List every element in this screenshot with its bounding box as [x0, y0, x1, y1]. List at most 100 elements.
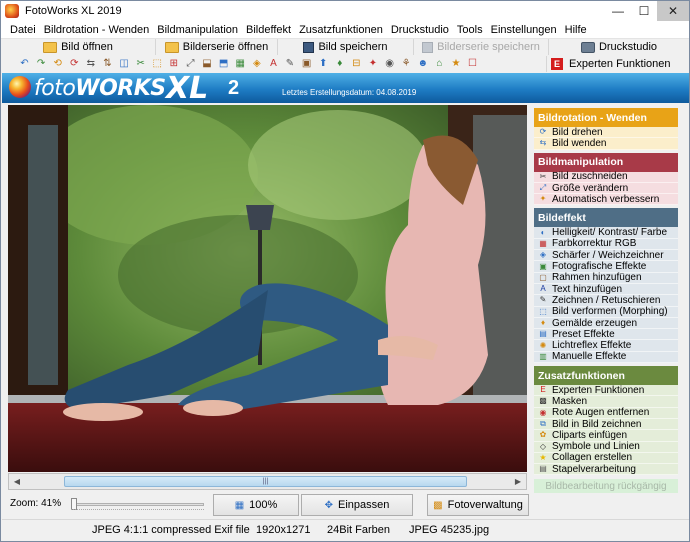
panel-item[interactable]: ⇆ Bild wenden [534, 138, 678, 150]
panel-item[interactable]: ⧉ Bild in Bild zeichnen [534, 419, 678, 431]
scroll-thumb[interactable]: ||| [64, 476, 467, 487]
panel-item-label: Farbkorrektur RGB [552, 238, 637, 250]
menu-tools[interactable]: Tools [453, 24, 487, 36]
tool-button-28[interactable]: ☐ [465, 57, 480, 71]
menu-bildrotation[interactable]: Bildrotation - Wenden [40, 24, 154, 36]
undo-button[interactable]: Bildbearbeitung rückgängig [534, 479, 678, 494]
tool-button-13[interactable]: ⬒ [216, 57, 231, 71]
panel-item[interactable]: ▣ Fotografische Effekte [534, 261, 678, 273]
panel-item[interactable]: ⬚ Bild verformen (Morphing) [534, 306, 678, 318]
tool-button-3[interactable]: ⟲ [50, 57, 65, 71]
tool-button-7[interactable]: ◫ [117, 57, 132, 71]
panel-item[interactable]: ◈ Schärfer / Weichzeichner [534, 250, 678, 262]
tool-button-23[interactable]: ◉ [382, 57, 397, 71]
tool-button-26[interactable]: ⌂ [432, 57, 447, 71]
horizontal-scrollbar[interactable]: ◀ ||| ▶ [8, 473, 527, 490]
zoom-100-button[interactable]: ▦ 100% [213, 494, 299, 516]
tool-button-27[interactable]: ★ [448, 57, 463, 71]
save-image-button[interactable]: Bild speichern [278, 39, 414, 55]
logo-xl: XL [166, 73, 209, 103]
panel-item[interactable]: ◉ Rote Augen entfernen [534, 407, 678, 419]
panel-item[interactable]: ✎ Zeichnen / Retuschieren [534, 295, 678, 307]
panel-item[interactable]: ▤ Stapelverarbeitung [534, 464, 678, 476]
brightness-icon: ◐ [540, 227, 546, 237]
menu-datei[interactable]: Datei [1, 24, 40, 36]
photo-manager-label: Fotoverwaltung [447, 499, 523, 511]
panel-item[interactable]: ✦ Automatisch verbessern [534, 194, 678, 206]
panel-item[interactable]: ▢ Rahmen hinzufügen [534, 272, 678, 284]
tool-button-25[interactable]: ☻ [415, 57, 430, 71]
panel-item[interactable]: ✿ Cliparts einfügen [534, 430, 678, 442]
panel-item[interactable]: ⤢ Größe verändern [534, 183, 678, 195]
folder-icon [43, 41, 58, 53]
panel-item[interactable]: ✂ Bild zuschneiden [534, 171, 678, 183]
fit-button[interactable]: ✥ Einpassen [301, 494, 413, 516]
save-image-label: Bild speichern [318, 41, 388, 53]
panel-item[interactable]: ▤ Preset Effekte [534, 329, 678, 341]
tool-button-16[interactable]: A [266, 57, 281, 71]
lightflare-icon: ✺ [539, 340, 547, 350]
tool-button-21[interactable]: ⊟ [349, 57, 364, 71]
section-header-2[interactable]: Bildeffekt [534, 208, 678, 228]
open-series-button[interactable]: Bilderserie öffnen [156, 39, 278, 55]
panel-item[interactable]: ▦ Farbkorrektur RGB [534, 238, 678, 251]
scroll-left-icon[interactable]: ◀ [9, 474, 25, 489]
panel-item[interactable]: ★ Collagen erstellen [534, 452, 678, 465]
scroll-grip: ||| [262, 478, 269, 485]
tool-button-24[interactable]: ⚘ [399, 57, 414, 71]
panel-item[interactable]: ◐ Helligkeit/ Kontrast/ Farbe [534, 227, 678, 239]
scroll-right-icon[interactable]: ▶ [510, 474, 526, 489]
tool-button-18[interactable]: ▣ [299, 57, 314, 71]
menu-zusatzfunktionen[interactable]: Zusatzfunktionen [295, 24, 387, 36]
section-header-1[interactable]: Bildmanipulation [534, 152, 678, 172]
open-image-button[interactable]: Bild öffnen [1, 39, 156, 55]
tool-button-1[interactable]: ↶ [17, 57, 32, 71]
tool-button-5[interactable]: ⇆ [83, 57, 98, 71]
panel-item[interactable]: ▥ Manuelle Effekte [534, 351, 678, 364]
print-studio-button[interactable]: Druckstudio [549, 39, 689, 55]
tool-button-15[interactable]: ◈ [249, 57, 264, 71]
menu-bildeffekt[interactable]: Bildeffekt [242, 24, 295, 36]
tool-button-2[interactable]: ↷ [34, 57, 49, 71]
panel-item[interactable]: E Experten Funktionen [534, 385, 678, 397]
minimize-button[interactable]: — [605, 1, 631, 21]
tool-button-8[interactable]: ✂ [133, 57, 148, 71]
zoom-slider[interactable] [69, 495, 206, 513]
maximize-button[interactable]: ☐ [631, 1, 657, 21]
tool-button-12[interactable]: ⬓ [200, 57, 215, 71]
tool-button-22[interactable]: ✦ [365, 57, 380, 71]
expert-functions-button[interactable]: E Experten Funktionen [546, 56, 688, 72]
panel-item[interactable]: ⟳ Bild drehen [534, 127, 678, 139]
tool-button-6[interactable]: ⇅ [100, 57, 115, 71]
tool-button-9[interactable]: ⬚ [150, 57, 165, 71]
menu-bildmanipulation[interactable]: Bildmanipulation [153, 24, 242, 36]
save-series-button[interactable]: Bilderserie speichern [414, 39, 549, 55]
main-toolbar: Bild öffnen Bilderserie öffnen Bild spei… [1, 39, 689, 55]
menu-einstellungen[interactable]: Einstellungen [487, 24, 561, 36]
panel-item[interactable]: A Text hinzufügen [534, 284, 678, 296]
tool-button-17[interactable]: ✎ [283, 57, 298, 71]
panel-item[interactable]: ✺ Lichtreflex Effekte [534, 340, 678, 352]
tool-button-20[interactable]: ♦ [332, 57, 347, 71]
zoom-label: Zoom: 41% [10, 498, 62, 509]
tool-button-19[interactable]: ⬆ [316, 57, 331, 71]
photo-manager-button[interactable]: ▩ Fotoverwaltung [427, 494, 529, 516]
expert-functions-label: Experten Funktionen [569, 58, 671, 70]
menu-druckstudio[interactable]: Druckstudio [387, 24, 453, 36]
image-canvas[interactable] [8, 105, 527, 472]
panel-item[interactable]: ♦ Gemälde erzeugen [534, 318, 678, 330]
section-header-0[interactable]: Bildrotation - Wenden [534, 108, 678, 127]
tool-button-14[interactable]: ▦ [233, 57, 248, 71]
panel-item[interactable]: ◇ Symbole und Linien [534, 441, 678, 453]
section-header-3[interactable]: Zusatzfunktionen [534, 366, 678, 386]
panel-item[interactable]: ▩ Masken [534, 396, 678, 408]
close-button[interactable]: ✕ [657, 1, 689, 21]
preset-icon: ▤ [539, 329, 547, 339]
app-icon [5, 4, 19, 18]
menu-hilfe[interactable]: Hilfe [561, 24, 591, 36]
tool-button-10[interactable]: ⊞ [166, 57, 181, 71]
zoom-ticks [71, 509, 204, 513]
tool-button-11[interactable]: ⤢ [183, 57, 198, 71]
tool-button-4[interactable]: ⟳ [67, 57, 82, 71]
expert-icon: E [540, 385, 546, 395]
